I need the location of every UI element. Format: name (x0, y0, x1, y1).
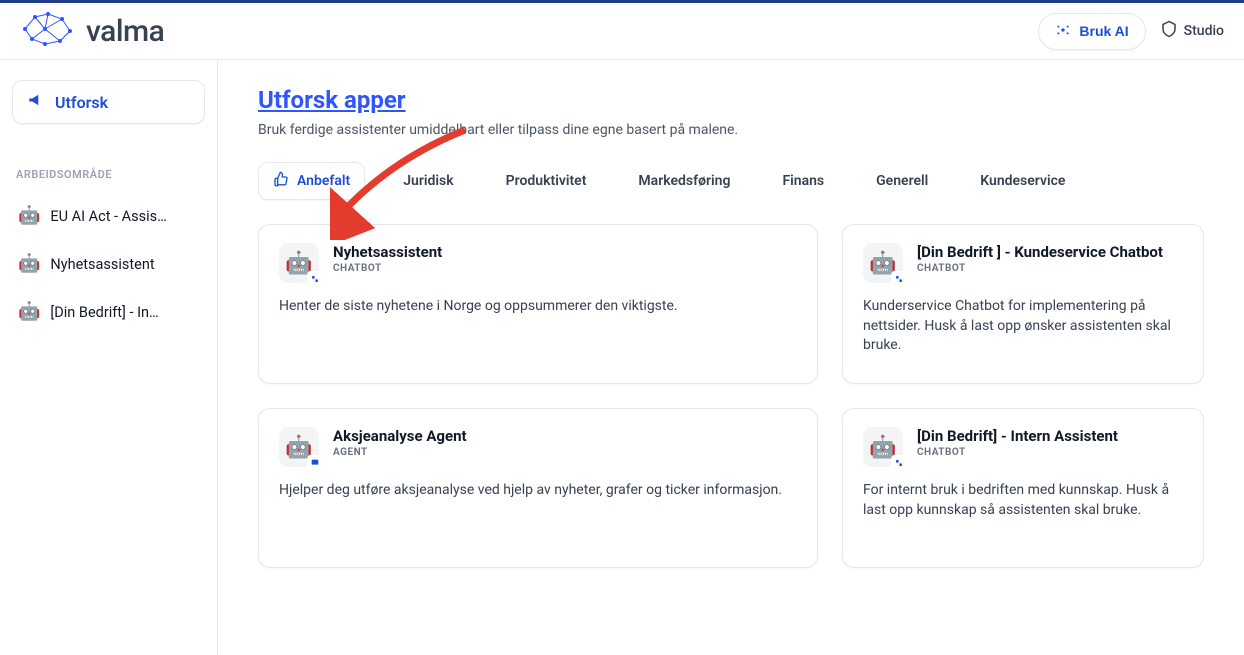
workspace-section-label: ARBEIDSOMRÅDE (12, 138, 205, 185)
robot-icon: 🤖 (279, 243, 319, 283)
robot-icon: 🤖 (863, 427, 903, 467)
app-card[interactable]: 🤖 Nyhetsassistent CHATBOT Henter de sist… (258, 224, 818, 384)
studio-link[interactable]: Studio (1160, 20, 1224, 42)
tab-label: Juridisk (403, 173, 453, 189)
tab-label: Generell (876, 173, 928, 189)
top-actions: Bruk AI Studio (1038, 13, 1224, 50)
sidebar: Utforsk ARBEIDSOMRÅDE 🤖 EU AI Act - Assi… (0, 60, 218, 655)
workspace-item-label: [Din Bedrift] - In… (50, 304, 158, 321)
tab-anbefalt[interactable]: Anbefalt (258, 162, 365, 200)
app-card-title: Nyhetsassistent (333, 243, 442, 261)
explore-button[interactable]: Utforsk (12, 80, 205, 124)
app-card-grid: 🤖 Nyhetsassistent CHATBOT Henter de sist… (258, 224, 1204, 568)
app-card-tag: CHATBOT (333, 263, 442, 274)
bruk-ai-label: Bruk AI (1079, 23, 1128, 39)
workspace-item-label: EU AI Act - Assis… (50, 208, 166, 225)
tab-generell[interactable]: Generell (862, 165, 942, 197)
category-tabs: Anbefalt Juridisk Produktivitet Markedsf… (258, 162, 1204, 200)
workspace-item[interactable]: 🤖 Nyhetsassistent (12, 247, 205, 281)
workspace-item-label: Nyhetsassistent (50, 256, 154, 273)
tab-kundeservice[interactable]: Kundeservice (966, 165, 1079, 197)
tab-label: Kundeservice (980, 173, 1065, 189)
megaphone-icon (27, 91, 45, 113)
app-card-title: [Din Bedrift ] - Kundeservice Chatbot (917, 243, 1163, 261)
app-card-description: For internt bruk i bedriften med kunnska… (863, 481, 1183, 520)
brain-network-icon (20, 9, 76, 53)
share-badge-icon (891, 271, 907, 287)
app-card-tag: CHATBOT (917, 263, 1163, 274)
share-badge-icon (307, 271, 323, 287)
tab-label: Markedsføring (638, 173, 730, 189)
app-card-title: [Din Bedrift] - Intern Assistent (917, 427, 1118, 445)
main-content: Utforsk apper Bruk ferdige assistenter u… (218, 60, 1244, 655)
sparkle-icon (1055, 22, 1071, 41)
studio-icon (1160, 20, 1178, 42)
workspace-item[interactable]: 🤖 [Din Bedrift] - In… (12, 295, 205, 329)
app-card-tag: CHATBOT (917, 447, 1118, 458)
tab-label: Produktivitet (506, 173, 587, 189)
studio-label: Studio (1184, 23, 1224, 39)
tab-label: Finans (782, 173, 824, 189)
robot-icon: 🤖 (279, 427, 319, 467)
app-card-description: Kunderservice Chatbot for implementering… (863, 297, 1183, 356)
app-card-description: Henter de siste nyhetene i Norge og opps… (279, 297, 797, 317)
app-card[interactable]: 🤖 [Din Bedrift] - Intern Assistent CHATB… (842, 408, 1204, 568)
bruk-ai-button[interactable]: Bruk AI (1038, 13, 1145, 50)
tab-juridisk[interactable]: Juridisk (389, 165, 467, 197)
app-card[interactable]: 🤖 Aksjeanalyse Agent AGENT Hjelper deg u… (258, 408, 818, 568)
robot-icon: 🤖 (18, 207, 40, 225)
thumbs-up-icon (273, 171, 289, 191)
page-subtitle: Bruk ferdige assistenter umiddelbart ell… (258, 122, 1204, 138)
robot-icon: 🤖 (18, 303, 40, 321)
page-title: Utforsk apper (258, 86, 1204, 114)
workspace-item[interactable]: 🤖 EU AI Act - Assis… (12, 199, 205, 233)
robot-icon: 🤖 (863, 243, 903, 283)
brand-name: valma (86, 14, 164, 49)
app-card[interactable]: 🤖 [Din Bedrift ] - Kundeservice Chatbot … (842, 224, 1204, 384)
app-card-title: Aksjeanalyse Agent (333, 427, 467, 445)
logo[interactable]: valma (20, 9, 164, 53)
tab-finans[interactable]: Finans (768, 165, 838, 197)
share-badge-icon (891, 455, 907, 471)
agent-badge-icon (307, 455, 323, 471)
app-card-tag: AGENT (333, 447, 467, 458)
app-card-description: Hjelper deg utføre aksjeanalyse ved hjel… (279, 481, 797, 501)
tab-markedsforing[interactable]: Markedsføring (624, 165, 744, 197)
tab-label: Anbefalt (297, 173, 350, 189)
tab-produktivitet[interactable]: Produktivitet (492, 165, 601, 197)
explore-label: Utforsk (55, 93, 108, 112)
robot-icon: 🤖 (18, 255, 40, 273)
top-bar: valma Bruk AI Studio (0, 0, 1244, 60)
